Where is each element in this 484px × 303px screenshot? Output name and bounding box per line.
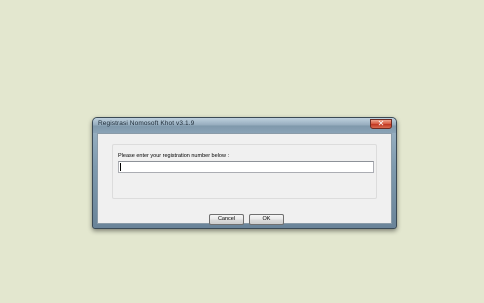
registration-dialog: Registrasi Nomosoft Khot v3.1.9 ✕ Please… — [92, 117, 397, 229]
ok-button[interactable]: OK — [249, 214, 284, 225]
close-button[interactable]: ✕ — [370, 119, 392, 129]
dialog-content: Please enter your registration number be… — [97, 133, 392, 225]
close-icon: ✕ — [377, 119, 385, 128]
cancel-button[interactable]: Cancel — [209, 214, 244, 225]
registration-number-input[interactable] — [118, 161, 374, 173]
title-bar[interactable]: Registrasi Nomosoft Khot v3.1.9 ✕ — [93, 118, 396, 133]
text-caret — [120, 163, 121, 171]
registration-prompt-label: Please enter your registration number be… — [118, 153, 229, 159]
window-title: Registrasi Nomosoft Khot v3.1.9 — [98, 120, 195, 127]
